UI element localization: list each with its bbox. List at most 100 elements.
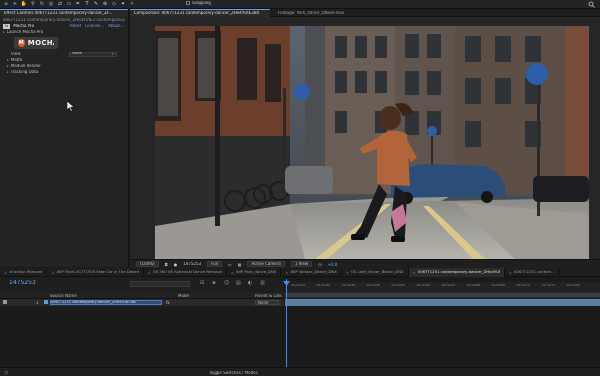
home-icon[interactable]: ⌂ xyxy=(3,1,9,7)
eraser-icon[interactable]: ◇ xyxy=(111,1,117,7)
license-button[interactable]: License... xyxy=(85,24,104,28)
time-ruler[interactable]: 1475225 1475230 1475235 1475240 1475245 14752… xyxy=(285,282,600,291)
layer-number: 1 xyxy=(36,301,39,305)
current-time-display[interactable]: 1475253 xyxy=(9,280,36,286)
pan-behind-icon[interactable]: ⇄ xyxy=(57,1,63,7)
rotate-icon[interactable]: ↻ xyxy=(39,1,45,7)
layer-name-field[interactable]: 0067T1231 contemporary-dancer_ZHe4YUtE3B… xyxy=(50,300,162,305)
roto-brush-icon[interactable]: ✦ xyxy=(120,1,126,7)
views-value: 1 View xyxy=(294,262,309,266)
video-frame[interactable] xyxy=(155,26,589,259)
effect-name: Mocha Pro xyxy=(13,24,35,28)
timeline-tab[interactable]: ×0067T1231 contemporary-dancer_ZHe4YUtE3… xyxy=(408,267,505,277)
layer-name: 0067T1231 contemporary-dancer_ZHe4YUtE3B… xyxy=(51,301,137,304)
layer-row[interactable]: 1 0067T1231 contemporary-dancer_ZHe4YUtE… xyxy=(0,299,284,306)
timeline-header: 1475253 ⊟ ◈ ☺ ▤ ◐ ▥ xyxy=(0,277,284,291)
reset-button[interactable]: Reset xyxy=(70,24,81,28)
parent-dropdown[interactable]: None xyxy=(255,300,279,305)
view-dropdown[interactable]: Matte ▾ xyxy=(69,51,117,57)
timecode-display[interactable]: 1475253 xyxy=(183,262,201,266)
chevron-right-icon[interactable]: ▸ xyxy=(7,58,9,62)
mouse-cursor-icon xyxy=(67,101,75,112)
search-icon[interactable] xyxy=(588,1,595,8)
about-button[interactable]: About... xyxy=(108,24,124,28)
view-label: View xyxy=(11,52,21,56)
tab-footage[interactable]: Footage: Park_dance_DNxHr.mov xyxy=(274,9,384,17)
exposure-value[interactable]: +0.0 xyxy=(328,262,338,267)
mocha-launch-button[interactable]: M MOCHA xyxy=(14,37,58,49)
mode-header[interactable]: Mode xyxy=(178,294,189,298)
timeline-tab[interactable]: × of action Remove xyxy=(0,267,48,277)
region-of-interest-icon[interactable]: ▭ xyxy=(228,262,232,267)
layer-duration-bar[interactable] xyxy=(285,299,600,306)
footage-tab-label: Footage: Park_dance_DNxHr.mov xyxy=(278,10,345,15)
fx-switch-icon[interactable]: fx xyxy=(166,300,170,305)
fx-icon[interactable]: fx xyxy=(3,23,11,29)
timeline-tab[interactable]: × WIP Park_dance_DNX xyxy=(227,267,282,277)
timeline-tab[interactable]: × OS 360 VR Spherical Dance Remove xyxy=(144,267,227,277)
snapping-checkbox[interactable] xyxy=(186,1,190,5)
timeline-tab[interactable]: × WIP Vandas_Dance_DNX xyxy=(281,267,342,277)
type-icon[interactable]: T xyxy=(84,1,90,7)
close-icon[interactable]: × xyxy=(413,270,416,275)
timeline-tab[interactable]: × OS Lake_Hover_Beach_DNX xyxy=(342,267,409,277)
chevron-right-icon[interactable]: ▸ xyxy=(7,64,9,68)
close-icon[interactable]: × xyxy=(51,270,54,275)
draft-3d-icon[interactable]: ◈ xyxy=(212,280,216,286)
camera-snapshot-icon[interactable]: ◘ xyxy=(165,262,168,267)
shy-layers-icon[interactable]: ☺ xyxy=(224,280,229,286)
parent-header[interactable]: Parent & Link xyxy=(255,294,282,298)
motion-blur-icon[interactable]: ◐ xyxy=(248,280,252,286)
toggle-switches-modes[interactable]: Toggle Switches / Modes xyxy=(209,371,258,375)
zoom-icon[interactable]: ⚲ xyxy=(30,1,36,7)
camera-dropdown[interactable]: Active Camera xyxy=(247,261,285,267)
close-icon[interactable]: × xyxy=(509,270,512,275)
view-dropdown-value: Matte xyxy=(72,52,83,56)
close-icon[interactable]: × xyxy=(285,270,288,275)
brush-icon[interactable]: ✎ xyxy=(93,1,99,7)
ruler-tick-label: 1475265 xyxy=(491,284,506,287)
timeline-tab[interactable]: × 0067T1231 contem... xyxy=(505,267,560,277)
timeline-search-input[interactable] xyxy=(130,281,190,287)
frame-blending-icon[interactable]: ▤ xyxy=(236,280,241,286)
work-area-bar[interactable] xyxy=(285,291,600,299)
selection-arrow-icon[interactable]: ➤ xyxy=(12,1,18,7)
eye-icon[interactable] xyxy=(3,300,7,304)
street-dance-scene xyxy=(155,26,589,259)
close-icon[interactable]: × xyxy=(4,270,7,275)
graph-editor-icon[interactable]: ▥ xyxy=(260,280,265,286)
clone-stamp-icon[interactable]: ⊕ xyxy=(102,1,108,7)
camera-orbit-icon[interactable]: ◎ xyxy=(48,1,54,7)
timeline-tab-label: WIP Park_dance_DNX xyxy=(235,270,277,274)
ruler-tick-label: 1475230 xyxy=(316,284,331,287)
transparency-grid-icon[interactable]: ▦ xyxy=(238,262,242,267)
group-tracking-data[interactable]: ▸ Tracking Data xyxy=(0,69,128,75)
pen-icon[interactable]: ✒ xyxy=(75,1,81,7)
chevron-right-icon[interactable]: ▸ xyxy=(7,70,9,74)
zoom-dropdown[interactable]: (100%) xyxy=(136,261,159,267)
hand-icon[interactable]: ✋ xyxy=(21,1,27,7)
launch-mocha-label[interactable]: Launch Mocha Pro xyxy=(7,30,43,34)
source-name-header[interactable]: Source Name xyxy=(50,294,77,298)
close-icon[interactable]: × xyxy=(148,270,151,275)
reset-exposure-icon[interactable]: ◷ xyxy=(318,262,322,267)
puppet-pin-icon[interactable]: ✧ xyxy=(129,1,135,7)
close-icon[interactable]: × xyxy=(346,270,349,275)
timeline-tab[interactable]: × WIP Finds XC7T1500 Fake Car in The Dese… xyxy=(47,267,144,277)
chevron-down-icon[interactable]: ▸ xyxy=(3,30,5,34)
render-time-icon[interactable]: ◷ xyxy=(4,370,8,376)
ruler-tick-label: 1475255 xyxy=(441,284,456,287)
current-time-indicator[interactable] xyxy=(286,279,287,369)
tab-effect-controls[interactable]: Effect Controls 0067T1231 contemporary-d… xyxy=(0,8,128,17)
views-dropdown[interactable]: 1 View xyxy=(290,261,313,267)
work-area-range[interactable] xyxy=(285,293,600,297)
ruler-tick-label: 1475225 xyxy=(291,284,306,287)
color-channel-icon[interactable]: ● xyxy=(174,262,178,267)
resolution-dropdown[interactable]: Full xyxy=(207,261,222,267)
snapping-toggle[interactable]: Snapping xyxy=(186,1,211,5)
comp-flowchart-icon[interactable]: ⊟ xyxy=(200,280,204,286)
close-icon[interactable]: × xyxy=(231,270,234,275)
group-label: Matte xyxy=(10,58,23,62)
rectangle-mask-icon[interactable]: ▭ xyxy=(66,1,72,7)
tab-composition[interactable]: Composition: 0067T1231 contemporary-danc… xyxy=(130,8,270,17)
